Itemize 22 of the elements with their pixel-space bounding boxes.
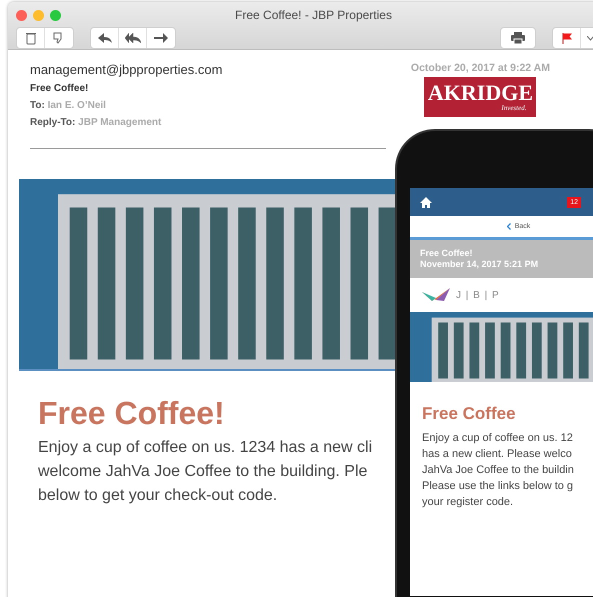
date-text: October 20, 2017 at 9:22 AM [410, 62, 550, 74]
flag-icon [562, 32, 572, 44]
reply-icon [98, 33, 112, 43]
email-headline: Free Coffee! [38, 395, 225, 432]
email-body-text: Enjoy a cup of coffee on us. 1234 has a new cli welcome JahVa Joe Coffee to the building. Ple below to get your check-out code. [38, 438, 374, 506]
chevron-down-icon [586, 36, 593, 40]
reply-to-line: Reply-To: JBP Management [30, 117, 162, 128]
recipient-line: To: Ian E. O’Neil [30, 100, 107, 111]
message-body-text: Enjoy a cup of coffee on us. 12 has a new client. Please welco JahVa Joe Coffee to the buildin Please use the links below to g your register code. [422, 431, 575, 510]
message-headline: Free Coffee [422, 404, 516, 424]
chevron-left-icon [506, 223, 511, 230]
logo-letters: J | B | P [456, 290, 500, 300]
trash-icon [26, 32, 36, 44]
window-title: Free Coffee! - JBP Properties [234, 8, 393, 22]
reply-all-icon [124, 33, 140, 43]
sender-address: management@jbpproperties.com [30, 62, 222, 77]
subject-text: Free Coffee! [30, 83, 90, 94]
message-header: Free Coffee! November 14, 2017 5:21 PM [410, 240, 593, 278]
printer-icon [511, 32, 525, 44]
bird-logo-icon [422, 288, 450, 302]
home-icon[interactable] [420, 196, 432, 208]
arrow-right-icon [154, 33, 168, 43]
